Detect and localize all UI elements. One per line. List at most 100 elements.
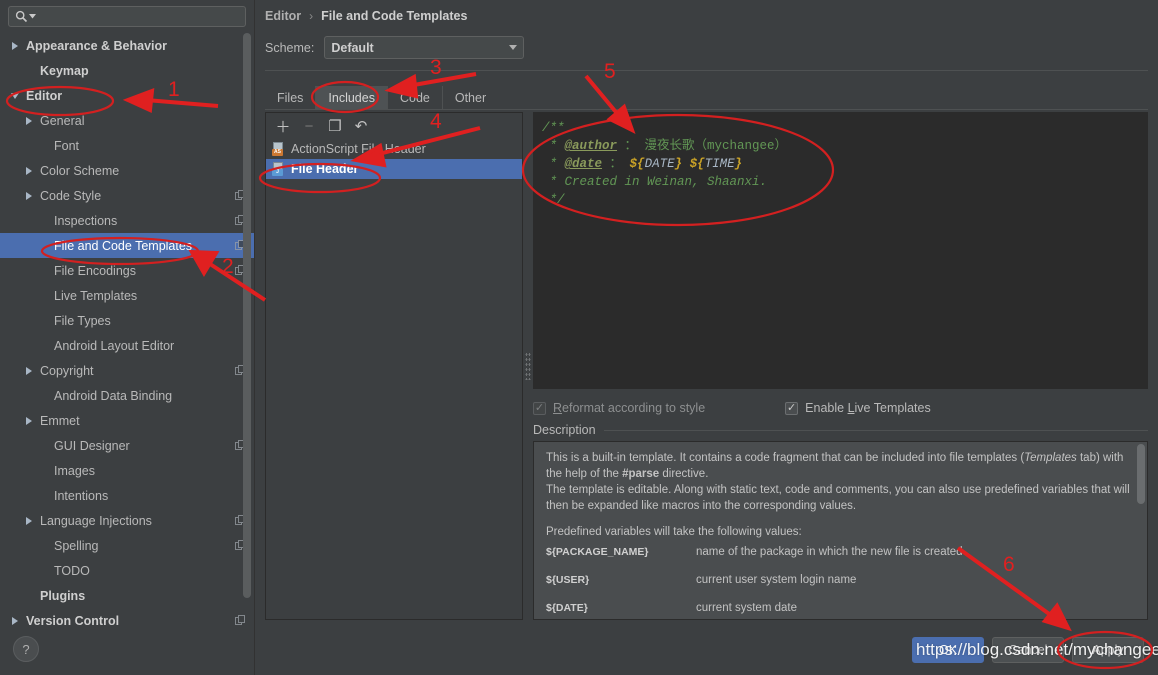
description-panel[interactable]: This is a built-in template. It contains… [533,441,1148,620]
description-divider [603,429,1148,431]
template-list-panel: ＋ − ❐ ↶ AS ActionScript File Header J File Hea… [265,112,523,620]
sidebar-item-label: General [40,113,85,128]
sidebar-item-label: File and Code Templates [54,238,193,253]
sidebar-item-file-and-code-templates[interactable]: File and Code Templates [0,233,254,258]
variable-description: current user system login name [696,574,857,586]
sidebar-scrollbar-thumb[interactable] [243,33,251,598]
sidebar-item-font[interactable]: Font [0,133,254,158]
code-line-2-prefix: * [542,139,565,153]
description-paragraph-3: Predefined variables will take the follo… [546,526,802,538]
cancel-button[interactable]: Cancel [992,637,1064,663]
search-input[interactable] [36,8,239,25]
sidebar-item-emmet[interactable]: Emmet [0,408,254,433]
ok-button[interactable]: OK [912,637,984,663]
help-button[interactable]: ? [13,636,39,662]
search-box[interactable] [8,6,246,27]
sidebar-item-label: Keymap [40,63,89,78]
remove-icon[interactable]: − [298,116,320,136]
variable-row: ${USER} current user system login name [546,572,1135,600]
template-list-toolbar[interactable]: ＋ − ❐ ↶ [266,113,522,137]
apply-label: Apply [1092,643,1124,657]
tab-files[interactable]: Files [265,86,317,109]
sidebar-item-version-control[interactable]: Version Control [0,608,254,625]
sidebar-item-todo[interactable]: TODO [0,558,254,583]
chevron-right-icon[interactable] [22,416,36,425]
chevron-right-icon[interactable] [22,191,36,200]
sidebar-item-spelling[interactable]: Spelling [0,533,254,558]
sidebar-item-language-injections[interactable]: Language Injections [0,508,254,533]
chevron-right-icon[interactable] [22,516,36,525]
help-label: ? [22,641,30,657]
chevron-down-icon [29,14,36,19]
chevron-right-icon[interactable] [8,41,22,50]
sidebar-item-label: Spelling [54,538,99,553]
template-list[interactable]: AS ActionScript File Header J File Header [266,139,522,619]
reset-icon[interactable]: ↶ [350,116,372,136]
tab-includes[interactable]: Includes [316,86,388,109]
apply-button[interactable]: Apply [1072,637,1144,663]
sidebar-item-appearance-behavior[interactable]: Appearance & Behavior [0,33,254,58]
file-template-icon: J [272,162,285,176]
description-scrollbar-thumb[interactable] [1137,444,1145,504]
sidebar-item-android-data-binding[interactable]: Android Data Binding [0,383,254,408]
sidebar-item-keymap[interactable]: Keymap [0,58,254,83]
sidebar-item-file-types[interactable]: File Types [0,308,254,333]
template-editor-column: /** * @author ： 漫夜长歌（mychangee） * @date … [533,112,1148,620]
add-icon[interactable]: ＋ [272,116,294,136]
breadcrumb-current: File and Code Templates [321,9,468,23]
sidebar-item-label: File Types [54,313,111,328]
list-item[interactable]: J File Header [266,159,522,179]
duplicate-icon[interactable]: ❐ [324,116,346,136]
sidebar-item-inspections[interactable]: Inspections [0,208,254,233]
code-tag-author: @author [564,139,618,153]
settings-tree[interactable]: Appearance & Behavior Keymap Editor General… [0,33,254,625]
code-var1-close: } [674,157,683,171]
panel-splitter[interactable] [523,112,533,620]
chevron-right-icon[interactable] [22,166,36,175]
sidebar-item-images[interactable]: Images [0,458,254,483]
variable-row: ${DATE} current system date [546,600,1135,619]
breadcrumb-root[interactable]: Editor [265,9,301,23]
sidebar-item-copyright[interactable]: Copyright [0,358,254,383]
sidebar-scrollbar[interactable] [243,33,251,623]
editor-options-row: ✓ Reformat according to style ✓ Enable L… [533,389,1148,419]
sidebar-item-label: GUI Designer [54,438,130,453]
language-badge: J [272,169,283,176]
code-line-5: */ [542,193,565,207]
sidebar-item-editor[interactable]: Editor [0,83,254,108]
code-line-2-rest: ： 漫夜长歌（mychangee） [617,139,788,153]
description-paragraph-2: The template is editable. Along with sta… [546,484,1130,512]
template-code-editor[interactable]: /** * @author ： 漫夜长歌（mychangee） * @date … [533,112,1148,389]
chevron-right-icon[interactable] [22,116,36,125]
sidebar-item-label: File Encodings [54,263,136,278]
scheme-dropdown[interactable]: Default [324,36,525,59]
list-item[interactable]: AS ActionScript File Header [266,139,522,159]
sidebar-item-plugins[interactable]: Plugins [0,583,254,608]
sidebar-item-intentions[interactable]: Intentions [0,483,254,508]
live-label-mnemonic: L [847,401,855,415]
triangle-glyph [26,191,32,200]
sidebar-item-gui-designer[interactable]: GUI Designer [0,433,254,458]
sidebar-item-general[interactable]: General [0,108,254,133]
sidebar-item-file-encodings[interactable]: File Encodings [0,258,254,283]
variable-description: name of the package in which the new fil… [696,546,963,558]
sidebar-item-android-layout-editor[interactable]: Android Layout Editor [0,333,254,358]
description-header: Description [533,419,1148,441]
sidebar-item-color-scheme[interactable]: Color Scheme [0,158,254,183]
enable-live-templates-checkbox[interactable]: ✓ Enable Live Templates [785,401,931,415]
sidebar-item-live-templates[interactable]: Live Templates [0,283,254,308]
chevron-right-icon[interactable] [8,616,22,625]
chevron-right-icon[interactable] [22,366,36,375]
tab-other[interactable]: Other [443,86,498,109]
reformat-checkbox[interactable]: ✓ Reformat according to style [533,401,705,415]
sidebar-item-label: Version Control [26,613,120,626]
sidebar-item-label: Plugins [40,588,86,603]
tab-code[interactable]: Code [388,86,443,109]
triangle-glyph [26,116,32,125]
chevron-down-icon[interactable] [8,92,22,99]
desc-p1-bold: #parse [622,468,660,480]
triangle-glyph [12,41,18,50]
template-tabs[interactable]: Files Includes Code Other [265,86,498,109]
sidebar-item-code-style[interactable]: Code Style [0,183,254,208]
